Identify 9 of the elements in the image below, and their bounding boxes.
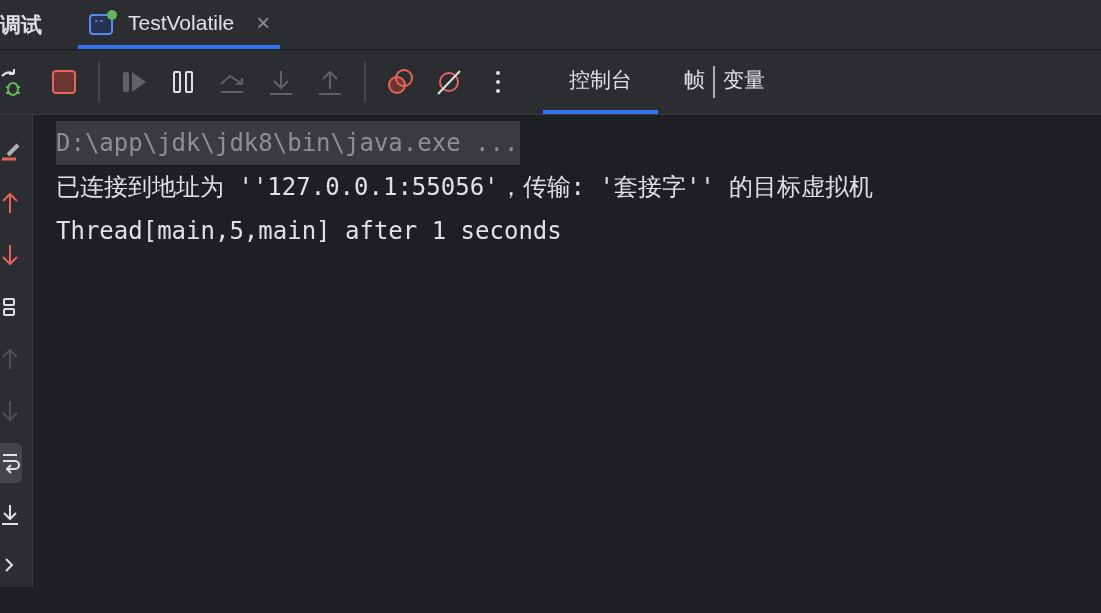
tool-window-title: 调试 — [0, 11, 42, 39]
view-tab[interactable]: 帧 — [658, 50, 713, 114]
view-tab[interactable]: 变量 — [715, 50, 791, 114]
console-output: 已连接到地址为 ''127.0.0.1:55056'，传输: '套接字'' 的目标虚拟机 — [56, 172, 875, 203]
close-icon[interactable]: × — [256, 8, 271, 37]
breakpoints-icon[interactable] — [385, 67, 415, 97]
console-output: Thread[main,5,main] after 1 seconds — [56, 216, 563, 247]
wrap-icon[interactable] — [0, 443, 22, 483]
stop-icon[interactable] — [49, 67, 79, 97]
